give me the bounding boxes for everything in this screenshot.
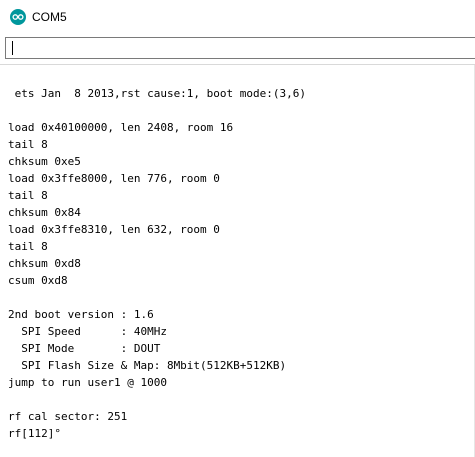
output-line: load 0x3ffe8000, len 776, room 0 bbox=[8, 172, 220, 185]
output-line: chksum 0x84 bbox=[8, 206, 81, 219]
output-line: SPI Flash Size & Map: 8Mbit(512KB+512KB) bbox=[8, 359, 287, 372]
output-line: load 0x40100000, len 2408, room 16 bbox=[8, 121, 234, 134]
output-line: chksum 0xd8 bbox=[8, 257, 81, 270]
output-line: SPI Mode : DOUT bbox=[8, 342, 161, 355]
arduino-infinity-icon bbox=[10, 8, 26, 25]
output-line: 2nd boot version : 1.6 bbox=[8, 308, 154, 321]
output-line: tail 8 bbox=[8, 189, 48, 202]
text-caret bbox=[12, 41, 13, 55]
output-line: tail 8 bbox=[8, 138, 48, 151]
serial-monitor-window: COM5 ets Jan 8 2013,rst cause:1, boot mo… bbox=[0, 0, 475, 457]
output-line: csum 0xd8 bbox=[8, 274, 68, 287]
output-line: rf cal sector: 251 bbox=[8, 410, 128, 423]
output-line: load 0x3ffe8310, len 632, room 0 bbox=[8, 223, 220, 236]
send-input[interactable] bbox=[5, 37, 475, 59]
output-line: ets Jan 8 2013,rst cause:1, boot mode:(3… bbox=[8, 87, 307, 100]
output-line: chksum 0xe5 bbox=[8, 155, 81, 168]
output-line: tail 8 bbox=[8, 240, 48, 253]
output-line: SPI Speed : 40MHz bbox=[8, 325, 167, 338]
window-title: COM5 bbox=[32, 9, 67, 24]
serial-output[interactable]: ets Jan 8 2013,rst cause:1, boot mode:(3… bbox=[0, 65, 475, 457]
send-bar bbox=[0, 33, 475, 65]
title-bar[interactable]: COM5 bbox=[0, 0, 475, 33]
output-line: rf[112]° bbox=[8, 427, 61, 440]
output-line: jump to run user1 @ 1000 bbox=[8, 376, 167, 389]
